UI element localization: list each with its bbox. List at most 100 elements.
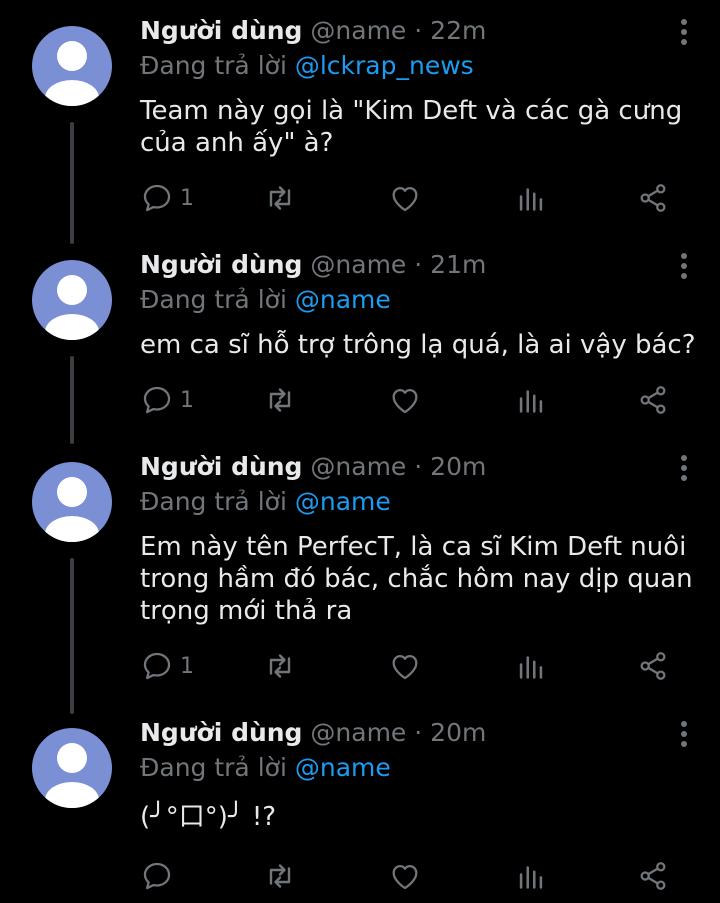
like-button[interactable] <box>388 856 422 896</box>
more-vertical-icon <box>681 455 687 481</box>
reply-count: 1 <box>180 185 194 211</box>
thread-connector-line <box>70 356 74 444</box>
display-name[interactable]: Người dùng <box>140 452 302 481</box>
user-handle[interactable]: @name <box>310 250 406 279</box>
more-vertical-icon <box>681 19 687 45</box>
tweet-text: (╯°口°)╯ !? <box>140 802 277 832</box>
user-handle[interactable]: @name <box>310 452 406 481</box>
action-bar: 1 <box>140 646 700 686</box>
more-vertical-icon <box>681 253 687 279</box>
timestamp[interactable]: 20m <box>430 718 486 747</box>
replying-to-label: Đang trả lời <box>140 487 287 516</box>
action-bar: 1 <box>140 178 700 218</box>
more-vertical-icon <box>681 721 687 747</box>
retweet-icon <box>269 654 291 678</box>
avatar[interactable] <box>32 260 112 340</box>
avatar[interactable] <box>32 462 112 542</box>
reply-icon <box>143 386 171 414</box>
share-button[interactable] <box>636 856 670 896</box>
reply-thread: Người dùng @name · 22m Đang trả lời @lck… <box>0 0 720 903</box>
share-icon <box>640 652 666 680</box>
default-avatar-icon <box>32 26 112 106</box>
share-icon <box>640 862 666 890</box>
reply-tweet[interactable]: Người dùng @name · 20m Đang trả lời @nam… <box>0 702 720 903</box>
replying-to-line: Đang trả lời @name <box>140 485 391 519</box>
views-button[interactable] <box>514 380 548 420</box>
more-options-button[interactable] <box>676 17 692 47</box>
heart-icon <box>392 186 418 212</box>
reply-tweet[interactable]: Người dùng @name · 21m Đang trả lời @nam… <box>0 234 720 444</box>
timestamp[interactable]: 22m <box>430 16 486 45</box>
retweet-icon <box>269 186 291 210</box>
heart-icon <box>392 654 418 680</box>
tweet-text: Team này gọi là "Kim Deft và các gà cưng… <box>140 96 691 158</box>
more-options-button[interactable] <box>676 251 692 281</box>
reply-count: 1 <box>180 653 194 679</box>
views-icon <box>519 390 543 413</box>
replying-to-line: Đang trả lời @lckrap_news <box>140 49 474 83</box>
reply-tweet[interactable]: Người dùng @name · 22m Đang trả lời @lck… <box>0 0 720 244</box>
replying-to-label: Đang trả lời <box>140 285 287 314</box>
timestamp[interactable]: 21m <box>430 250 486 279</box>
tweet-text: em ca sĩ hỗ trợ trông lạ quá, là ai vậy … <box>140 330 696 360</box>
reply-button[interactable]: 1 <box>140 178 194 218</box>
more-options-button[interactable] <box>676 453 692 483</box>
views-button[interactable] <box>514 178 548 218</box>
separator-dot: · <box>414 452 423 481</box>
retweet-button[interactable] <box>262 178 298 218</box>
thread-connector-line <box>70 122 74 244</box>
like-button[interactable] <box>388 380 422 420</box>
avatar[interactable] <box>32 728 112 808</box>
display-name[interactable]: Người dùng <box>140 250 302 279</box>
action-bar: 1 <box>140 380 700 420</box>
user-handle[interactable]: @name <box>310 718 406 747</box>
tweet-text: Em này tên PerfecT, là ca sĩ Kim Deft nu… <box>140 532 701 626</box>
timestamp[interactable]: 20m <box>430 452 486 481</box>
display-name[interactable]: Người dùng <box>140 718 302 747</box>
tweet-header: Người dùng @name · 22m <box>140 14 486 48</box>
replying-to-label: Đang trả lời <box>140 753 287 782</box>
replying-to-mention[interactable]: @name <box>295 487 391 516</box>
retweet-icon <box>269 388 291 412</box>
reply-button[interactable]: 1 <box>140 380 194 420</box>
replying-to-mention[interactable]: @name <box>295 753 391 782</box>
views-button[interactable] <box>514 856 548 896</box>
share-icon <box>640 184 666 212</box>
retweet-icon <box>269 864 291 888</box>
retweet-button[interactable] <box>262 646 298 686</box>
views-button[interactable] <box>514 646 548 686</box>
views-icon <box>519 188 543 211</box>
tweet-header: Người dùng @name · 20m <box>140 450 486 484</box>
more-options-button[interactable] <box>676 719 692 749</box>
like-button[interactable] <box>388 178 422 218</box>
share-icon <box>640 386 666 414</box>
share-button[interactable] <box>636 646 670 686</box>
like-button[interactable] <box>388 646 422 686</box>
tweet-header: Người dùng @name · 20m <box>140 716 486 750</box>
retweet-button[interactable] <box>262 856 298 896</box>
views-icon <box>519 866 543 889</box>
share-button[interactable] <box>636 178 670 218</box>
retweet-button[interactable] <box>262 380 298 420</box>
heart-icon <box>392 864 418 890</box>
reply-icon <box>143 862 171 890</box>
default-avatar-icon <box>32 462 112 542</box>
reply-icon <box>143 184 171 212</box>
replying-to-mention[interactable]: @name <box>295 285 391 314</box>
thread-connector-line <box>70 558 74 714</box>
avatar[interactable] <box>32 26 112 106</box>
separator-dot: · <box>414 250 423 279</box>
user-handle[interactable]: @name <box>310 16 406 45</box>
reply-button[interactable] <box>140 856 180 896</box>
reply-button[interactable]: 1 <box>140 646 194 686</box>
views-icon <box>519 656 543 679</box>
replying-to-mention[interactable]: @lckrap_news <box>295 51 474 80</box>
display-name[interactable]: Người dùng <box>140 16 302 45</box>
action-bar <box>140 856 700 896</box>
default-avatar-icon <box>32 260 112 340</box>
reply-icon <box>143 652 171 680</box>
reply-tweet[interactable]: Người dùng @name · 20m Đang trả lời @nam… <box>0 436 720 714</box>
default-avatar-icon <box>32 728 112 808</box>
heart-icon <box>392 388 418 414</box>
share-button[interactable] <box>636 380 670 420</box>
